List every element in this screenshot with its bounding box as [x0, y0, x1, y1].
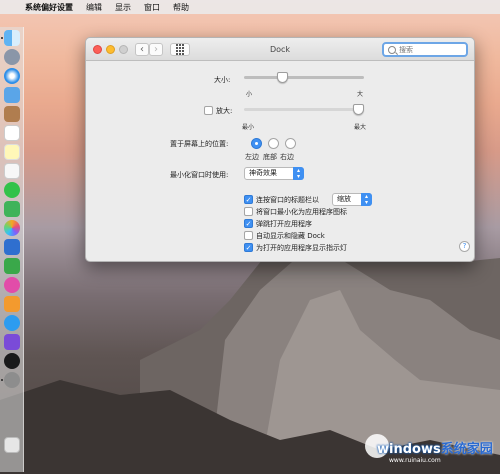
size-max-label: 大	[357, 91, 364, 98]
imovie-icon[interactable]	[4, 334, 20, 350]
messages-icon[interactable]	[4, 182, 20, 198]
magnification-max-label: 最大	[354, 124, 367, 131]
menu-help[interactable]: 帮助	[173, 2, 189, 13]
mail-icon[interactable]	[4, 87, 20, 103]
title-bar[interactable]: ‹ › Dock	[86, 38, 474, 61]
size-slider-track[interactable]	[244, 76, 364, 79]
search-input[interactable]	[399, 45, 459, 54]
position-bottom-radio[interactable]	[268, 138, 279, 149]
double-click-action-value: 缩放	[337, 195, 351, 203]
magnification-min-label: 最小	[242, 124, 255, 131]
keynote-icon[interactable]	[4, 239, 20, 255]
menu-view[interactable]: 显示	[115, 2, 131, 13]
finder-icon[interactable]	[4, 30, 20, 46]
numbers-icon[interactable]	[4, 258, 20, 274]
position-right-radio[interactable]	[285, 138, 296, 149]
facetime-icon[interactable]	[4, 201, 20, 217]
watermark-url: www.ruinaiu.com	[389, 457, 441, 464]
photos-icon[interactable]	[4, 220, 20, 236]
animate-opening-apps-label: 弹跳打开应用程序	[256, 220, 312, 228]
double-click-action-popup[interactable]: 缩放 ▴ ▾	[332, 193, 372, 206]
double-click-title-bar-checkbox[interactable]: ✓	[244, 195, 253, 204]
animate-opening-apps-checkbox[interactable]: ✓	[244, 219, 253, 228]
search-field[interactable]	[382, 42, 468, 57]
popup-arrows-icon: ▴ ▾	[293, 167, 304, 180]
safari-icon[interactable]	[4, 68, 20, 84]
qq-icon[interactable]	[4, 353, 20, 369]
magnification-checkbox[interactable]	[204, 106, 213, 115]
running-indicator	[1, 379, 3, 381]
position-left-label: 左边	[245, 153, 259, 161]
menu-window[interactable]: 窗口	[144, 2, 160, 13]
reminders-icon[interactable]	[4, 163, 20, 179]
trash-icon[interactable]	[4, 437, 20, 453]
launchpad-icon[interactable]	[4, 49, 20, 65]
magnification-slider-track[interactable]	[244, 108, 364, 111]
size-slider-knob[interactable]	[276, 72, 288, 83]
position-right-label: 右边	[280, 153, 294, 161]
auto-hide-dock-label: 自动显示和隐藏 Dock	[256, 232, 325, 240]
menu-system-preferences[interactable]: 系统偏好设置	[25, 2, 73, 13]
auto-hide-dock-checkbox[interactable]	[244, 231, 253, 240]
itunes-icon[interactable]	[4, 277, 20, 293]
minimize-into-app-icon-label: 将窗口最小化为应用程序图标	[256, 208, 347, 216]
position-left-radio[interactable]	[251, 138, 262, 149]
magnification-label: 放大:	[216, 107, 233, 115]
minimize-effect-label: 最小化窗口时使用:	[170, 171, 229, 179]
size-label: 大小:	[214, 76, 231, 84]
contacts-icon[interactable]	[4, 106, 20, 122]
watermark: windows系统家园 www.ruinaiu.com	[355, 430, 495, 468]
size-min-label: 小	[246, 91, 253, 98]
minimize-effect-popup[interactable]: 神奇效果 ▴ ▾	[244, 167, 304, 180]
show-indicators-label: 为打开的应用程序显示指示灯	[256, 244, 347, 252]
system-preferences-icon[interactable]	[4, 372, 20, 388]
dock	[0, 27, 24, 472]
notes-icon[interactable]	[4, 144, 20, 160]
position-label: 置于屏幕上的位置:	[170, 140, 229, 148]
magnification-slider-knob[interactable]	[353, 104, 364, 115]
search-icon	[388, 45, 396, 54]
menu-bar: 系统偏好设置 编辑 显示 窗口 帮助	[0, 0, 500, 14]
position-bottom-label: 底部	[263, 153, 277, 161]
show-indicators-checkbox[interactable]: ✓	[244, 243, 253, 252]
minimize-effect-value: 神奇效果	[249, 169, 277, 177]
watermark-brand: windows系统家园	[377, 438, 493, 457]
help-button[interactable]: ?	[459, 241, 470, 252]
minimize-into-app-icon-checkbox[interactable]	[244, 207, 253, 216]
running-indicator	[1, 37, 3, 39]
app-store-icon[interactable]	[4, 315, 20, 331]
ibooks-icon[interactable]	[4, 296, 20, 312]
calendar-icon[interactable]	[4, 125, 20, 141]
watermark-brand-blue: 系统家园	[440, 442, 493, 457]
dock-preferences-window: ‹ › Dock 大小: 小 大 放大: 最小 最大 置于屏幕上的位置: 左边 …	[85, 37, 475, 262]
popup-arrows-icon: ▴ ▾	[361, 193, 372, 206]
menu-edit[interactable]: 编辑	[86, 2, 102, 13]
watermark-brand-white: windows	[377, 442, 441, 457]
double-click-title-bar-label: 连按窗口的标题栏以	[256, 196, 319, 204]
